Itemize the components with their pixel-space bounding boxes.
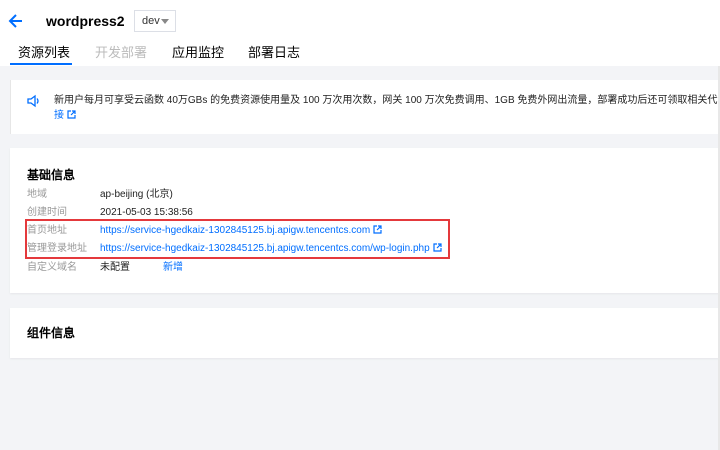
back-arrow-icon[interactable] bbox=[8, 12, 24, 30]
notice-detail-link[interactable]: 接 bbox=[54, 109, 76, 123]
external-link-icon bbox=[67, 110, 76, 119]
notice-text: 新用户每月可享受云函数 40万GBs 的免费资源使用量及 100 万次用次数，网… bbox=[54, 95, 720, 106]
admin-login-label: 管理登录地址 bbox=[27, 243, 87, 254]
env-select[interactable]: dev bbox=[134, 10, 176, 32]
basic-info-card: 基础信息 地域 ap-beijing (北京) 创建时间 2021-05-03 … bbox=[10, 148, 720, 293]
tab-deploy-log[interactable]: 部署日志 bbox=[248, 44, 300, 62]
add-domain-button[interactable]: 新增 bbox=[163, 261, 183, 275]
top-bar: wordpress2 dev 资源列表 开发部署 应用监控 部署日志 bbox=[0, 0, 720, 66]
region-label: 地域 bbox=[27, 189, 47, 200]
admin-login-link[interactable]: https://service-hgedkaiz-1302845125.bj.a… bbox=[100, 242, 442, 256]
component-info-card: 组件信息 bbox=[10, 308, 720, 358]
homepage-url-text: https://service-hgedkaiz-1302845125.bj.a… bbox=[100, 225, 371, 236]
custom-domain-value: 未配置 bbox=[100, 262, 130, 273]
tab-dev-deploy: 开发部署 bbox=[95, 45, 148, 60]
chevron-down-icon bbox=[161, 19, 169, 24]
homepage-url-link[interactable]: https://service-hgedkaiz-1302845125.bj.a… bbox=[100, 224, 382, 238]
tab-resource-list[interactable]: 资源列表 bbox=[18, 44, 70, 62]
active-tab-indicator bbox=[10, 63, 72, 65]
admin-login-url-text: https://service-hgedkaiz-1302845125.bj.a… bbox=[100, 243, 430, 254]
app-title: wordpress2 bbox=[46, 13, 125, 29]
homepage-url-label: 首页地址 bbox=[27, 225, 67, 236]
region-value: ap-beijing (北京) bbox=[100, 189, 173, 200]
external-link-icon bbox=[433, 243, 442, 252]
notice-banner: 新用户每月可享受云函数 40万GBs 的免费资源使用量及 100 万次用次数，网… bbox=[10, 80, 720, 134]
basic-info-title: 基础信息 bbox=[27, 168, 76, 182]
env-select-value: dev bbox=[142, 15, 160, 27]
created-time-label: 创建时间 bbox=[27, 207, 67, 218]
external-link-icon bbox=[373, 225, 382, 234]
speaker-icon bbox=[27, 94, 39, 108]
tab-bar: 资源列表 开发部署 应用监控 部署日志 bbox=[0, 40, 720, 66]
created-time-value: 2021-05-03 15:38:56 bbox=[100, 207, 193, 218]
notice-link-label: 接 bbox=[54, 110, 64, 121]
component-info-title: 组件信息 bbox=[27, 326, 76, 340]
custom-domain-label: 自定义域名 bbox=[27, 262, 77, 273]
tab-app-monitor[interactable]: 应用监控 bbox=[172, 44, 224, 62]
